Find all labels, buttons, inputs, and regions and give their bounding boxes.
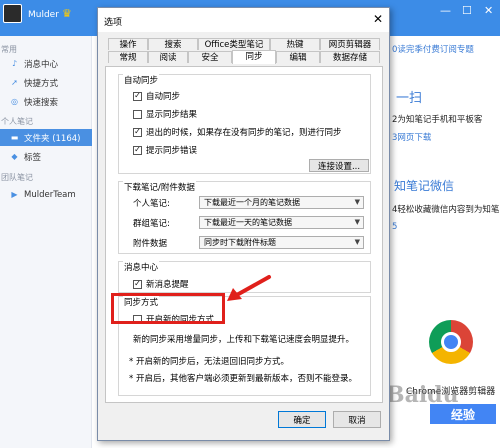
select-value: 下载最近一个月的笔记数据 (204, 198, 300, 207)
tab-general[interactable]: 常规 (108, 51, 148, 63)
checkbox-label: 显示同步结果 (146, 110, 198, 120)
ok-button[interactable]: 确定 (278, 411, 326, 428)
tab-security[interactable]: 安全 (188, 51, 232, 63)
checkbox-checked[interactable]: ✓ (133, 91, 142, 101)
sidebar-item-label: 消息中心 (24, 59, 59, 70)
cancel-button[interactable]: 取消 (333, 411, 381, 428)
show-sync-result-checkbox[interactable]: 显示同步结果 (133, 108, 197, 120)
wechat-title: 知笔记微信 (394, 179, 455, 193)
close-icon[interactable]: ✕ (371, 12, 385, 26)
group-title: 消息中心 (123, 261, 160, 273)
folder-icon: ▬ (10, 133, 19, 142)
chevron-down-icon: ▼ (354, 198, 360, 206)
checkbox-checked[interactable]: ✓ (133, 279, 142, 289)
app-close-icon[interactable]: ✕ (484, 4, 493, 17)
group-title: 下载笔记/附件数据 (123, 181, 196, 193)
sync-mode-note-2: * 开启后，其他客户端必须更新到最新版本，否则不能登录。 (129, 374, 357, 384)
sidebar-item-label: 标签 (24, 152, 42, 163)
auto-sync-checkbox[interactable]: ✓ 自动同步 (133, 90, 180, 102)
personal-notes-select[interactable]: 下载最近一个月的笔记数据 ▼ (199, 196, 364, 209)
sidebar-item-label: 快速搜索 (24, 97, 59, 108)
personal-notes-label: 个人笔记: (133, 199, 170, 209)
sidebar-item-messages[interactable]: ♪ 消息中心 (0, 55, 92, 72)
search-icon: ◎ (11, 97, 18, 106)
dialog-title: 选项 (104, 18, 123, 28)
minimize-icon[interactable]: — (440, 4, 451, 17)
tab-office[interactable]: Office类型笔记 (198, 38, 270, 50)
tab-hotkeys[interactable]: 热键 (270, 38, 320, 50)
section-common: 常用 (1, 45, 17, 54)
connection-settings-button[interactable]: 连接设置... (309, 159, 369, 172)
show-sync-error-checkbox[interactable]: ✓ 提示同步错误 (133, 144, 197, 156)
tab-web-clipper[interactable]: 网页剪辑器 (320, 38, 380, 50)
subscription-link[interactable]: 0读完季付费订阅专题 (392, 43, 474, 55)
tab-data-storage[interactable]: 数据存储 (320, 51, 380, 63)
sidebar-item-quick-search[interactable]: ◎ 快速搜索 (0, 93, 92, 110)
group-notes-select[interactable]: 下载最近一天的笔记数据 ▼ (199, 216, 364, 229)
watermark: Baidu (386, 382, 459, 408)
checkbox-unchecked[interactable] (133, 109, 142, 119)
tab-sync[interactable]: 同步 (232, 50, 276, 64)
section-team: 团队笔记 (1, 173, 33, 182)
sidebar-item-folders[interactable]: ▬ 文件夹 (1164) (0, 129, 92, 146)
download-link[interactable]: 3网页下载 (392, 131, 431, 143)
bell-icon: ♪ (11, 59, 18, 68)
maximize-icon[interactable]: ☐ (462, 4, 472, 17)
chevron-down-icon: ▼ (354, 218, 360, 226)
annotation-highlight-box (111, 293, 225, 324)
username[interactable]: Mulder (28, 10, 59, 20)
tag-icon: ◆ (11, 152, 18, 161)
scan-title: 一扫 (396, 91, 423, 106)
sync-mode-desc: 新的同步采用增量同步，上传和下载笔记速度会明显提升。 (133, 335, 355, 345)
checkbox-checked[interactable]: ✓ (133, 145, 142, 155)
checkbox-label: 退出的时候，如果存在没有同步的笔记，则进行同步 (146, 128, 342, 138)
sidebar-item-label: 快捷方式 (24, 78, 59, 89)
group-notes-label: 群组笔记: (133, 219, 170, 229)
checkbox-checked[interactable]: ✓ (133, 127, 142, 137)
dialog-titlebar[interactable]: 选项 ✕ (98, 8, 389, 32)
tab-reading[interactable]: 阅读 (148, 51, 188, 63)
attachments-label: 附件数据 (133, 239, 168, 249)
annotation-arrow-icon (227, 275, 271, 301)
vip-crown-icon: ♛ (62, 7, 72, 20)
checkbox-label: 新消息提醒 (146, 280, 189, 290)
download-group: 下载笔记/附件数据 个人笔记: 下载最近一个月的笔记数据 ▼ 群组笔记: 下载最… (118, 181, 371, 254)
tab-edit[interactable]: 编辑 (276, 51, 320, 63)
sync-mode-note-1: * 开启新的同步后，无法退回旧同步方式。 (129, 357, 289, 367)
options-dialog: 选项 ✕ 操作 搜索 Office类型笔记 热键 网页剪辑器 常规 阅读 安全 … (97, 7, 390, 441)
sidebar-item-label: 文件夹 (1164) (24, 133, 81, 144)
section-personal: 个人笔记 (1, 117, 33, 126)
sidebar: 常用 ♪ 消息中心 ➚ 快捷方式 ◎ 快速搜索 个人笔记 ▬ 文件夹 (1164… (0, 36, 92, 448)
rocket-icon: ➚ (11, 78, 18, 87)
sidebar-item-team[interactable]: ▶ MulderTeam (0, 186, 92, 203)
checkbox-label: 自动同步 (146, 92, 181, 102)
select-value: 下载最近一天的笔记数据 (204, 218, 292, 227)
select-value: 同步时下载附件标题 (204, 238, 276, 247)
tab-operations[interactable]: 操作 (108, 38, 148, 50)
group-title: 自动同步 (123, 74, 160, 86)
avatar[interactable] (3, 4, 22, 23)
sync-on-exit-checkbox[interactable]: ✓ 退出的时候，如果存在没有同步的笔记，则进行同步 (133, 126, 342, 138)
sidebar-item-label: MulderTeam (24, 189, 76, 200)
sidebar-item-tags[interactable]: ◆ 标签 (0, 148, 92, 165)
team-icon: ▶ (11, 190, 18, 199)
wechat-desc: 4轻松收藏微信内容到为知笔 (392, 205, 500, 215)
chrome-logo-icon (429, 320, 473, 364)
tab-search[interactable]: 搜索 (148, 38, 198, 50)
chevron-down-icon: ▼ (354, 238, 360, 246)
auto-sync-group: 自动同步 ✓ 自动同步 显示同步结果 ✓ 退出的时候，如果存在没有同步的笔记，则… (118, 74, 371, 174)
sidebar-item-shortcuts[interactable]: ➚ 快捷方式 (0, 74, 92, 91)
wechat-link[interactable]: 5 (392, 222, 397, 232)
scan-desc: 2为知笔记手机和平板客 (392, 115, 483, 125)
attachments-select[interactable]: 同步时下载附件标题 ▼ (199, 236, 364, 249)
checkbox-label: 提示同步错误 (146, 146, 198, 156)
new-message-alert-checkbox[interactable]: ✓ 新消息提醒 (133, 278, 189, 290)
